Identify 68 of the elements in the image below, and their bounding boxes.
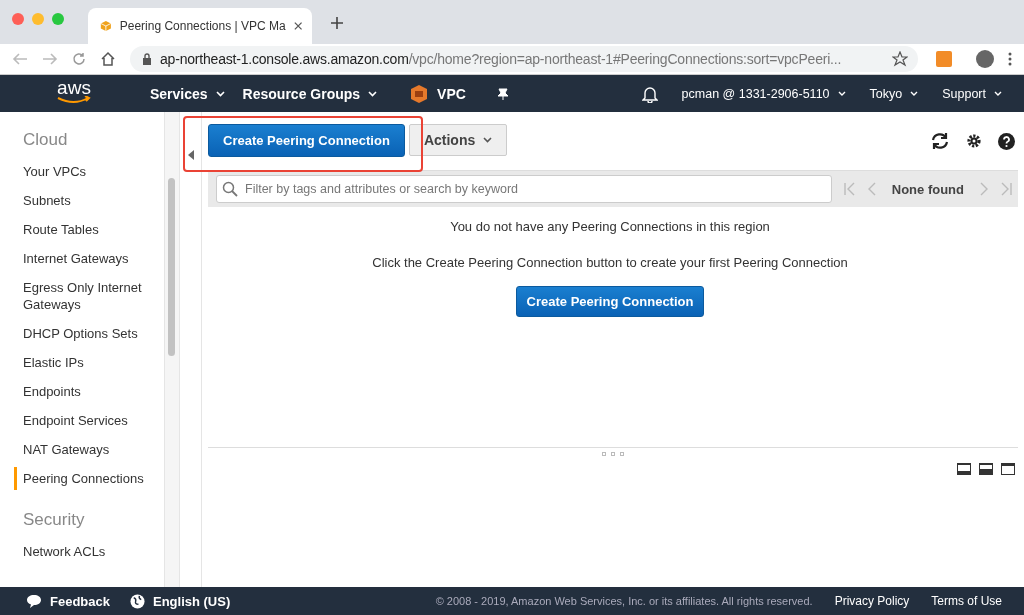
refresh-icon[interactable]: [930, 132, 950, 150]
sidebar-item[interactable]: DHCP Options Sets: [14, 322, 155, 345]
create-peering-connection-button[interactable]: Create Peering Connection: [515, 286, 705, 317]
help-icon[interactable]: [998, 132, 1015, 150]
top-panel-icon[interactable]: [1001, 463, 1015, 475]
caret-icon: [215, 90, 225, 97]
sidebar-item[interactable]: Route Tables: [14, 218, 155, 241]
browser-tab[interactable]: Peering Connections | VPC Ma: [88, 8, 312, 44]
speech-bubble-icon: [26, 594, 42, 608]
footer-link[interactable]: Privacy Policy: [834, 594, 910, 608]
cube-icon: [100, 19, 112, 33]
actions-button[interactable]: Actions: [408, 124, 508, 156]
caret-icon: [483, 137, 493, 143]
empty-message: You do not have any Peering Connections in this region: [450, 219, 770, 234]
language-selector[interactable]: English (US): [153, 593, 231, 609]
footer-link[interactable]: Terms of Use: [931, 594, 1002, 608]
sidebar-item[interactable]: Your VPCs: [14, 160, 155, 183]
split-panel-icon[interactable]: [979, 463, 993, 475]
sidebar-item[interactable]: Subnets: [14, 189, 155, 212]
aws-logo[interactable]: aws: [56, 79, 92, 104]
sidebar-item[interactable]: Network ACLs: [14, 540, 155, 563]
sidebar-item[interactable]: NAT Gateways: [14, 438, 155, 461]
address-bar[interactable]: ap-northeast-1.console.aws.amazon.com/vpc/home?region=ap-northeast-1#PeeringConnections:sort=vpcPeeri...: [130, 46, 918, 72]
resize-handle-icon[interactable]: [602, 452, 624, 456]
nav-menu[interactable]: Services: [150, 85, 225, 102]
sidebar-heading: Cloud: [23, 130, 68, 150]
collapse-arrow-icon[interactable]: [187, 150, 194, 160]
minimize-window-dot[interactable]: [32, 13, 44, 25]
nav-menu[interactable]: Support: [942, 86, 1002, 101]
search-field[interactable]: Filter by tags and attributes or search by keyword: [216, 175, 832, 203]
reload-icon[interactable]: [72, 52, 86, 66]
empty-hint: Click the Create Peering Connection button to create your first Peering Connection: [372, 255, 848, 270]
bottom-panel-icon[interactable]: [957, 463, 971, 475]
nav-menu[interactable]: Resource Groups: [242, 85, 378, 102]
caret-icon: [368, 90, 378, 97]
menu-icon[interactable]: [1008, 52, 1012, 66]
sidebar-heading: Security: [23, 510, 85, 530]
close-window-dot[interactable]: [12, 13, 24, 25]
sidebar-item[interactable]: Endpoint Services: [14, 409, 155, 432]
home-icon[interactable]: [100, 51, 116, 67]
sidebar-item[interactable]: Egress Only Internet Gateways: [14, 276, 155, 316]
avatar-icon[interactable]: [976, 50, 994, 68]
sidebar-item[interactable]: Elastic IPs: [14, 351, 155, 374]
smile-icon: [56, 95, 92, 104]
star-icon[interactable]: [892, 51, 908, 67]
nav-menu[interactable]: pcman @ 1331-2906-5110: [681, 86, 846, 101]
caret-icon: [994, 91, 1002, 96]
create-peering-connection-button[interactable]: Create Peering Connection: [208, 123, 405, 157]
copyright-text: © 2008 - 2019, Amazon Web Services, Inc. or its affiliates. All rights reserved.: [435, 595, 813, 607]
globe-icon: [130, 593, 145, 609]
settings-icon[interactable]: [966, 133, 982, 149]
scrollbar[interactable]: [168, 178, 175, 356]
sidebar-item[interactable]: Peering Connections: [14, 467, 155, 490]
new-tab-icon[interactable]: [330, 16, 344, 30]
caret-icon: [910, 91, 919, 96]
service-link[interactable]: VPC: [437, 85, 466, 102]
lock-icon: [142, 53, 152, 65]
sidebar-item[interactable]: Internet Gateways: [14, 247, 155, 270]
sidebar-item[interactable]: Endpoints: [14, 380, 155, 403]
nav-menu[interactable]: Tokyo: [869, 86, 919, 101]
maximize-window-dot[interactable]: [52, 13, 64, 25]
bell-icon[interactable]: [641, 84, 658, 103]
feedback-link[interactable]: Feedback: [50, 593, 110, 609]
service-cube-icon: [409, 83, 430, 104]
caret-icon: [837, 91, 846, 96]
pager-status: None found: [891, 181, 964, 197]
pin-icon[interactable]: [495, 86, 510, 101]
close-icon[interactable]: [293, 21, 302, 31]
